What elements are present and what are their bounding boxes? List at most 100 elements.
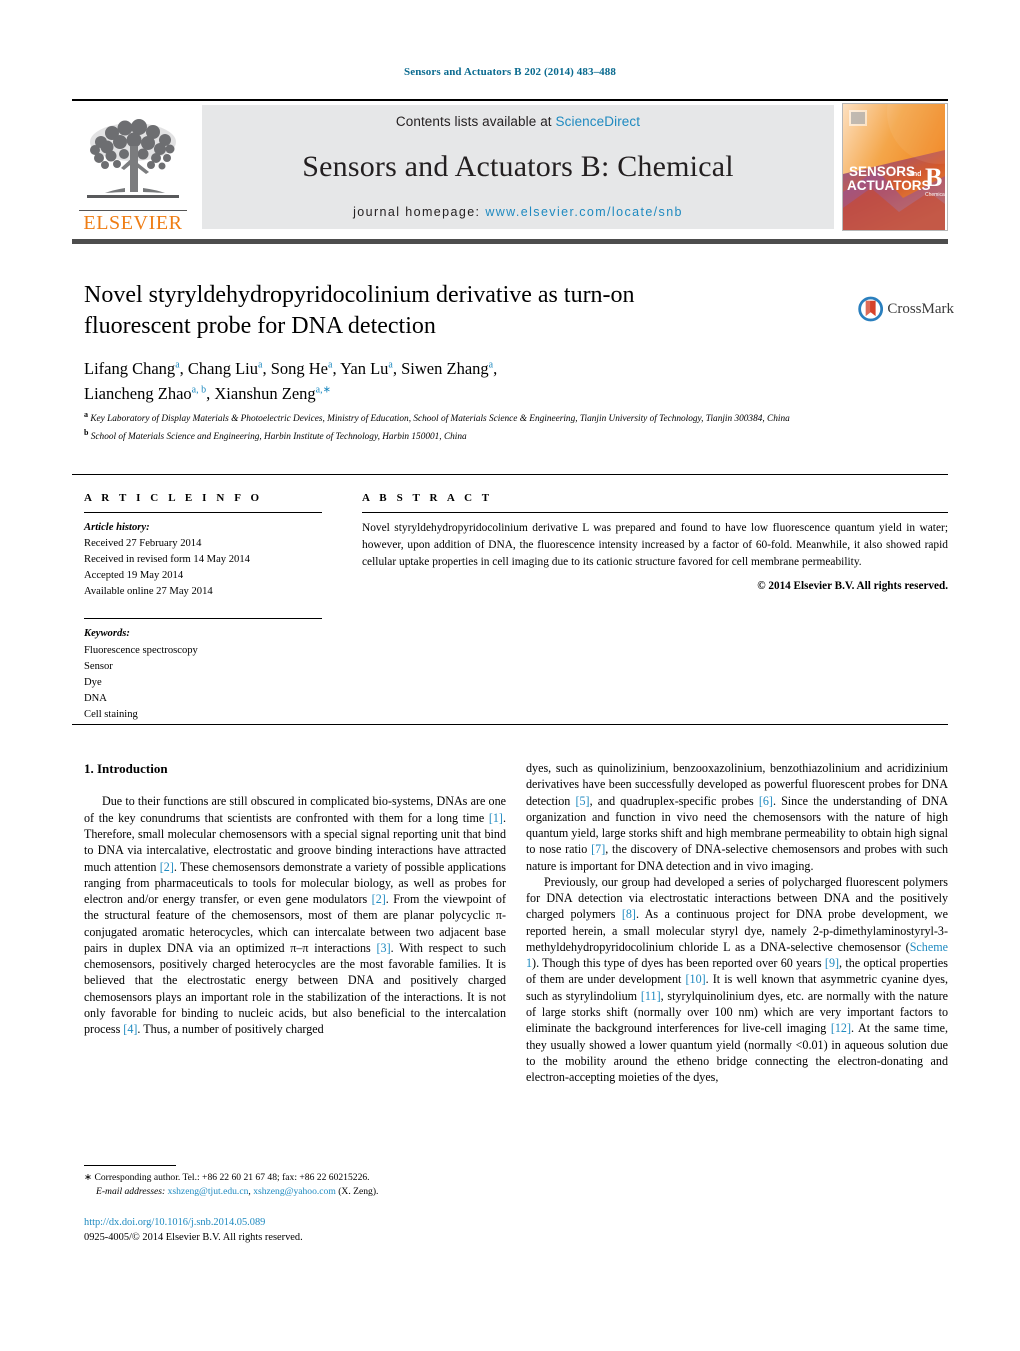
email-link-2[interactable]: xshzeng@yahoo.com [253,1186,336,1197]
keyword-item: Fluorescence spectroscopy [84,644,198,656]
affiliation-a: a Key Laboratory of Display Materials & … [84,409,874,427]
author-list: Lifang Changa, Chang Liua, Song Hea, Yan… [84,359,498,403]
affiliations: a Key Laboratory of Display Materials & … [84,409,874,444]
svg-text:ACTUATORS: ACTUATORS [847,178,931,193]
crossmark-icon [858,296,884,322]
citation-ref[interactable]: [11] [641,989,661,1003]
citation-ref[interactable]: [9] [825,956,839,970]
citation-ref[interactable]: [12] [831,1021,851,1035]
running-head: Sensors and Actuators B 202 (2014) 483–4… [404,66,616,78]
journal-homepage-line: journal homepage: www.elsevier.com/locat… [353,205,683,219]
affiliation-text: Key Laboratory of Display Materials & Ph… [90,414,790,425]
author-name: Chang Liua [187,359,263,378]
abstract-heading: A B S T R A C T [362,492,493,504]
author-affil-marker: a [388,359,393,371]
abstract-section: A B S T R A C T Novel styryldehydropyrid… [362,492,948,592]
keywords-label: Keywords: [84,628,130,640]
author-affil-marker: a [258,359,263,371]
citation-ref[interactable]: [1] [489,811,503,825]
citation-ref[interactable]: [6] [759,794,773,808]
sciencedirect-link[interactable]: ScienceDirect [556,114,641,129]
corresponding-author-note: ∗ Corresponding author. Tel.: +86 22 60 … [84,1171,514,1200]
divider [84,512,322,513]
elsevier-logo: ELSEVIER [72,99,194,237]
article-info-heading: A R T I C L E I N F O [84,492,263,504]
keyword-item: Sensor [84,660,113,672]
page-title: Novel styryldehydropyridocolinium deriva… [84,282,635,339]
journal-cover-thumbnail[interactable]: SENSORS and ACTUATORS B Chemical [842,103,948,231]
article-history: Article history: Received 27 February 20… [84,520,322,600]
svg-text:B: B [925,163,942,192]
affiliation-marker: b [84,427,89,437]
keyword-item: DNA [84,692,107,704]
crossmark-label: CrossMark [887,300,954,317]
crossmark-badge[interactable]: CrossMark [858,283,954,335]
keywords-block: Keywords: Fluorescence spectroscopy Sens… [84,626,322,723]
citation-ref[interactable]: [8] [622,907,636,921]
text-run: , and quadruplex-specific probes [589,793,759,808]
corresponding-marker: ∗ [84,1172,93,1183]
body-column-right: dyes, such as quinolizinium, benzooxazol… [526,760,948,1085]
doi-block: http://dx.doi.org/10.1016/j.snb.2014.05.… [84,1215,514,1245]
journal-band: Contents lists available at ScienceDirec… [202,105,834,229]
corresponding-line: ∗ Corresponding author. Tel.: +86 22 60 … [84,1171,514,1185]
paragraph: Due to their functions are still obscure… [84,793,506,1037]
author-affil-marker: a,∗ [315,384,331,396]
contents-prefix: Contents lists available at [395,114,556,129]
abstract-text: Novel styryldehydropyridocolinium deriva… [362,522,948,568]
history-item: Received 27 February 2014 [84,538,202,550]
author-affil-marker: a [488,359,494,371]
author-affil-marker: a, b [191,384,207,396]
affiliation-marker: a [84,410,88,419]
contents-list-line: Contents lists available at ScienceDirec… [396,114,640,129]
footnote-divider [84,1165,176,1166]
email-line: E-mail addresses: xshzeng@tjut.edu.cn, x… [84,1185,514,1199]
divider-above-info [72,474,948,475]
email-link-1[interactable]: xshzeng@tjut.edu.cn [168,1186,249,1197]
corresponding-text: Corresponding author. Tel.: +86 22 60 21… [94,1172,370,1183]
masthead: ELSEVIER Contents lists available at Sci… [72,99,948,237]
citation-ref[interactable]: [10] [686,972,706,986]
journal-homepage-link[interactable]: www.elsevier.com/locate/snb [485,205,683,219]
citation-ref[interactable]: [2] [372,892,386,906]
author-name: Xianshun Zenga,∗ [214,383,331,403]
author-name: Yan Lua [340,359,393,378]
text-run: . Thus, a number of positively charged [137,1022,324,1037]
email-label: E-mail addresses: [96,1186,166,1198]
text-run: Due to their functions are still obscure… [84,794,506,825]
divider-below-abstract [72,724,948,725]
history-item: Received in revised form 14 May 2014 [84,554,250,566]
homepage-prefix: journal homepage: [353,205,486,219]
keyword-item: Dye [84,676,102,688]
author-affil-marker: a [328,359,333,371]
divider [84,618,322,620]
article-info-section: A R T I C L E I N F O Article history: R… [84,492,322,723]
text-run: ). Though this type of dyes has been rep… [532,956,825,971]
email-suffix: (X. Zeng). [335,1186,379,1198]
doi-link[interactable]: http://dx.doi.org/10.1016/j.snb.2014.05.… [84,1215,514,1230]
citation-ref[interactable]: [5] [575,794,589,808]
citation-ref[interactable]: [2] [160,860,174,874]
author-name: Song Hea [270,359,333,378]
abstract-copyright: © 2014 Elsevier B.V. All rights reserved… [757,579,948,592]
citation-ref[interactable]: [3] [377,941,391,955]
author-name: Lifang Changa [84,359,180,378]
journal-title: Sensors and Actuators B: Chemical [302,150,734,183]
divider [362,512,948,513]
author-name: Siwen Zhanga [401,359,494,378]
citation-ref[interactable]: [7] [591,842,605,856]
history-item: Available online 27 May 2014 [84,586,213,598]
journal-cover-image: SENSORS and ACTUATORS B Chemical [843,104,947,230]
affiliation-b: b School of Materials Science and Engine… [84,427,874,445]
svg-text:Chemical: Chemical [925,192,945,198]
svg-text:and: and [909,171,921,178]
author-affil-marker: a [175,359,180,371]
paragraph: dyes, such as quinolizinium, benzooxazol… [526,760,948,874]
affiliation-text: School of Materials Science and Engineer… [90,431,467,442]
paragraph: Previously, our group had developed a se… [526,874,948,1085]
elsevier-tree-icon [87,119,179,198]
keyword-item: Cell staining [84,708,138,720]
citation-ref[interactable]: [4] [123,1022,137,1036]
article-page: Sensors and Actuators B 202 (2014) 483–4… [0,0,1020,1351]
section-heading-introduction: 1. Introduction [84,761,168,776]
